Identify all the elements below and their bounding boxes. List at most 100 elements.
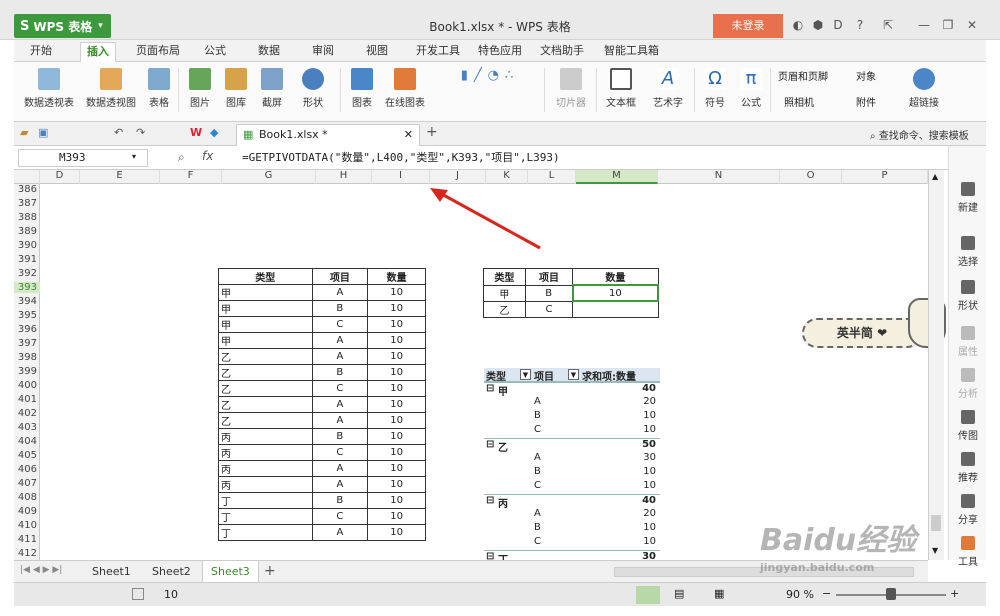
tab-formulas[interactable]: 公式 [198, 42, 232, 62]
table-cell[interactable] [572, 300, 659, 318]
table-cell[interactable]: C [311, 380, 369, 397]
row-header-401[interactable]: 401 [14, 394, 40, 405]
table-cell[interactable]: 乙 [218, 396, 313, 413]
row-header-403[interactable]: 403 [14, 422, 40, 433]
row-header-410[interactable]: 410 [14, 520, 40, 531]
symbol-button[interactable]: Ω 符号 [698, 68, 732, 109]
camera-button[interactable]: 照相机 [784, 94, 814, 109]
scroll-up-arrow-icon[interactable]: ▲ [932, 172, 938, 181]
side-shape-button[interactable]: 形状 [949, 280, 987, 312]
collapse-icon[interactable]: ⊟ [486, 495, 494, 506]
table-cell[interactable]: A [311, 332, 369, 349]
column-header-qty[interactable]: 数量 [367, 268, 426, 285]
row-header-412[interactable]: 412 [14, 548, 40, 559]
picture-button[interactable]: 图片 [184, 68, 216, 109]
pivot-group-row[interactable]: ⊟ 丁 30 [484, 550, 660, 560]
sheet-tab-1[interactable]: Sheet1 [84, 561, 139, 583]
pivot-item-row[interactable]: A 20 [484, 508, 660, 522]
table-cell[interactable]: B [311, 300, 369, 317]
table-cell[interactable]: A [311, 348, 369, 365]
filter-dropdown-icon[interactable]: ▼ [568, 369, 579, 380]
table-cell[interactable]: 丁 [218, 524, 313, 541]
col-header-E[interactable]: E [80, 170, 160, 184]
side-select-button[interactable]: 选择 [949, 236, 987, 268]
table-cell[interactable]: 10 [367, 396, 426, 413]
search-command-box[interactable]: ⌕ 查找命令、搜索模板 [870, 127, 969, 142]
table-cell[interactable]: C [311, 444, 369, 461]
tab-home[interactable]: 开始 [24, 42, 58, 62]
table-cell[interactable]: A [311, 284, 369, 301]
feedback-icon[interactable]: D [830, 18, 846, 34]
name-box[interactable]: M393 [18, 149, 148, 167]
table-cell[interactable]: 甲 [218, 284, 313, 301]
table-cell[interactable]: 丙 [218, 428, 313, 445]
table-cell[interactable]: 10 [367, 332, 426, 349]
pivot-item-row[interactable]: C 10 [484, 424, 660, 438]
table-cell[interactable]: 甲 [218, 316, 313, 333]
col-header-H[interactable]: H [316, 170, 372, 184]
wordart-button[interactable]: A 艺术字 [646, 68, 690, 109]
row-header-391[interactable]: 391 [14, 254, 40, 265]
table-cell[interactable]: C [311, 508, 369, 525]
table-cell[interactable]: 10 [367, 460, 426, 477]
table-cell[interactable]: 乙 [483, 300, 526, 318]
chevron-down-icon[interactable]: ▾ [132, 152, 136, 161]
table-cell[interactable]: 丁 [218, 508, 313, 525]
maximize-icon[interactable]: ❐ [940, 18, 956, 34]
table-cell[interactable]: 10 [367, 364, 426, 381]
pivot-item-row[interactable]: A 20 [484, 396, 660, 410]
table-cell[interactable]: A [311, 524, 369, 541]
table-cell[interactable]: B [311, 428, 369, 445]
table-cell[interactable]: 乙 [218, 348, 313, 365]
table-cell[interactable]: 10 [367, 428, 426, 445]
side-analyze-button[interactable]: 分析 [949, 368, 987, 400]
table-cell[interactable]: 乙 [218, 412, 313, 429]
tab-data[interactable]: 数据 [252, 42, 286, 62]
table-cell[interactable]: B [311, 492, 369, 509]
row-header-393[interactable]: 393 [14, 282, 40, 293]
table-cell[interactable]: 甲 [218, 300, 313, 317]
col-header-M[interactable]: M [576, 170, 658, 184]
tab-doc-assistant[interactable]: 文档助手 [534, 42, 590, 62]
row-header-387[interactable]: 387 [14, 198, 40, 209]
col-header-O[interactable]: O [780, 170, 842, 184]
table-cell[interactable]: A [311, 412, 369, 429]
tab-view[interactable]: 视图 [360, 42, 394, 62]
vertical-scrollbar[interactable]: ▲ ▼ [928, 170, 944, 560]
row-header-399[interactable]: 399 [14, 366, 40, 377]
wps-w-icon[interactable]: W [190, 126, 202, 139]
side-upload-image-button[interactable]: 传图 [949, 410, 987, 442]
pivot-group-row[interactable]: ⊟ 乙 50 [484, 438, 660, 454]
table-cell[interactable]: 10 [367, 348, 426, 365]
table-cell[interactable]: A [311, 460, 369, 477]
cloud-box-icon[interactable]: ◆ [210, 126, 218, 139]
redo-icon[interactable]: ↷ [136, 126, 145, 139]
side-recommend-button[interactable]: 推荐 [949, 452, 987, 484]
side-new-button[interactable]: 新建 [949, 182, 987, 214]
page-layout-view-icon[interactable]: ▤ [674, 587, 684, 600]
undo-icon[interactable]: ↶ [114, 126, 123, 139]
attachment-button[interactable]: 附件 [856, 94, 876, 109]
pivot-item-row[interactable]: A 30 [484, 452, 660, 466]
col-header-N[interactable]: N [658, 170, 780, 184]
restore-window-icon[interactable]: ⇱ [880, 18, 896, 34]
table-cell[interactable]: 甲 [218, 332, 313, 349]
row-header-390[interactable]: 390 [14, 240, 40, 251]
row-header-407[interactable]: 407 [14, 478, 40, 489]
settings-icon[interactable]: ⬢ [810, 18, 826, 34]
row-header-408[interactable]: 408 [14, 492, 40, 503]
col-header-D[interactable]: D [40, 170, 80, 184]
pivot-group-row[interactable]: ⊟ 甲 40 [484, 382, 660, 398]
row-header-402[interactable]: 402 [14, 408, 40, 419]
table-cell[interactable]: B [524, 284, 574, 302]
pivot-header-row[interactable]: 类型 项目 求和项:数量 ▼ ▼ [484, 368, 660, 383]
table-cell[interactable]: 乙 [218, 380, 313, 397]
table-button[interactable]: 表格 [144, 68, 174, 109]
table-cell[interactable]: 10 [367, 300, 426, 317]
row-header-409[interactable]: 409 [14, 506, 40, 517]
pivot-header-cell[interactable]: 项目 [534, 368, 554, 383]
row-header-405[interactable]: 405 [14, 450, 40, 461]
table-cell[interactable]: A [311, 476, 369, 493]
close-tab-icon[interactable]: ✕ [404, 125, 413, 145]
tab-review[interactable]: 审阅 [306, 42, 340, 62]
